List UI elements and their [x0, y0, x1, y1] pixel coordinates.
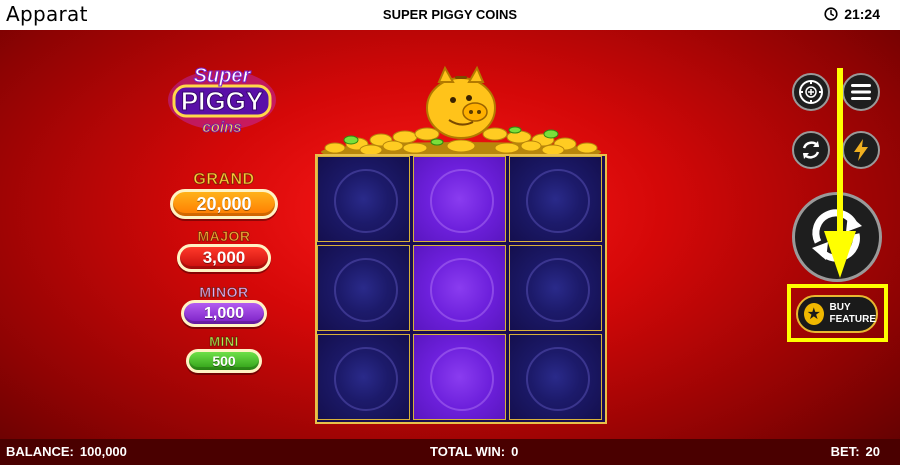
total-win-value: 0 [511, 444, 519, 459]
balance-label: BALANCE: [6, 444, 74, 459]
reel-cell [413, 334, 506, 420]
hamburger-icon [851, 84, 871, 100]
svg-text:PIGGY: PIGGY [181, 86, 263, 116]
reel-cell [509, 156, 602, 242]
clock: 21:24 [824, 6, 880, 22]
buy-feature-label-line1: BUY [829, 302, 851, 313]
jackpot-value: 500 [186, 349, 262, 373]
reel-cell [317, 156, 410, 242]
buy-feature-label-line2: FEATURE [829, 314, 876, 325]
total-win-display: TOTAL WIN: 0 [430, 444, 518, 459]
star-icon: ★ [804, 303, 824, 325]
buy-feature-button[interactable]: ★ BUY FEATURE [796, 295, 878, 333]
top-bar: Apparat SUPER PIGGY COINS 21:24 [0, 0, 900, 30]
bet-display[interactable]: BET: 20 [831, 444, 880, 459]
clock-time: 21:24 [844, 6, 880, 22]
jackpot-minor: MINOR 1,000 [181, 284, 267, 327]
bet-adjust-icon [799, 80, 823, 104]
jackpot-value: 1,000 [181, 300, 267, 327]
piggy-bank-icon [426, 65, 496, 139]
spin-icon [812, 209, 862, 262]
jackpot-label: MINOR [199, 284, 249, 301]
total-win-label: TOTAL WIN: [430, 444, 506, 459]
bet-value: 20 [865, 444, 880, 459]
jackpot-value: 20,000 [170, 189, 278, 219]
reel-cell [509, 334, 602, 420]
turbo-button[interactable] [842, 131, 880, 169]
reel-cell [413, 156, 506, 242]
reel-grid [315, 154, 607, 424]
jackpot-value: 3,000 [177, 244, 271, 272]
svg-text:coins: coins [202, 119, 241, 136]
spin-button[interactable] [792, 192, 882, 282]
reel-cell [413, 245, 506, 331]
jackpot-label: MINI [209, 334, 239, 350]
reel-cell [317, 334, 410, 420]
piggy-coin-pile [315, 60, 607, 162]
jackpot-grand: GRAND 20,000 [170, 171, 278, 219]
jackpot-mini: MINI 500 [186, 334, 262, 373]
reel-cell [509, 245, 602, 331]
balance-value: 100,000 [79, 444, 127, 459]
bet-label: BET: [830, 444, 860, 459]
reel-cell [317, 245, 410, 331]
game-title: SUPER PIGGY COINS [382, 7, 518, 22]
jackpot-label: GRAND [193, 171, 255, 189]
jackpot-major: MAJOR 3,000 [177, 228, 271, 272]
bottom-bar: BALANCE: 100,000 TOTAL WIN: 0 BET: 20 [0, 439, 900, 465]
menu-button[interactable] [842, 73, 880, 111]
autoplay-icon [802, 141, 820, 159]
balance-display: BALANCE: 100,000 [6, 444, 127, 459]
game-logo: Super PIGGY coins [162, 60, 282, 140]
bet-settings-button[interactable] [792, 73, 830, 111]
svg-text:Super: Super [194, 65, 252, 87]
lightning-icon [854, 139, 868, 161]
autoplay-button[interactable] [792, 131, 830, 169]
jackpot-label: MAJOR [197, 228, 251, 245]
buy-feature-label: BUY FEATURE [830, 302, 876, 326]
clock-icon [824, 7, 838, 21]
